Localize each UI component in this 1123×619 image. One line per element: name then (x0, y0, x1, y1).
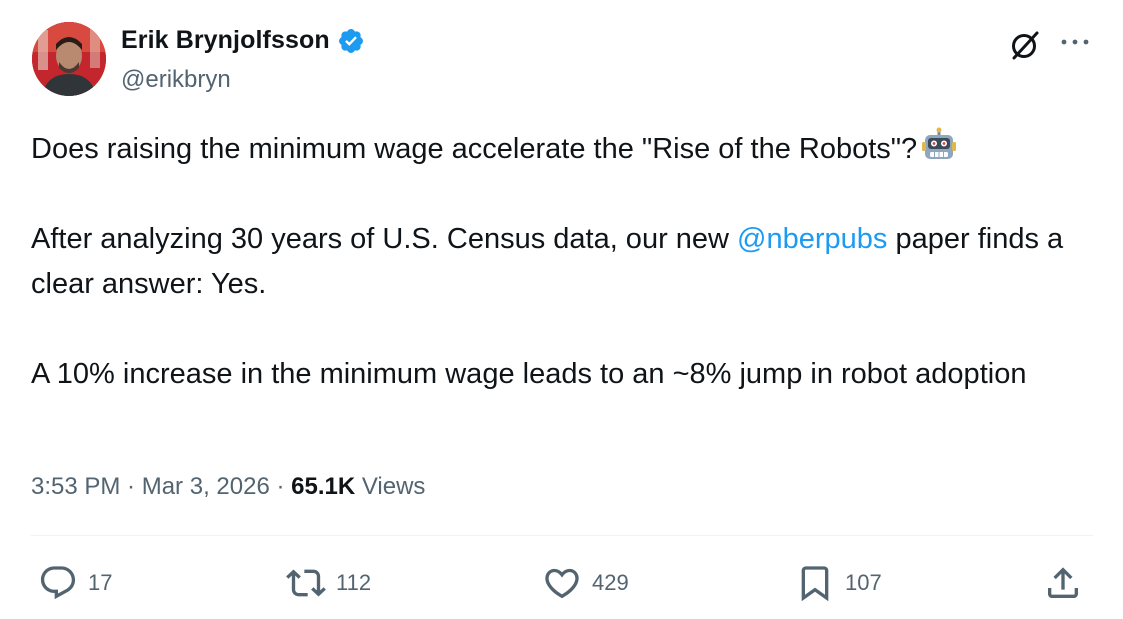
meta-separator: · (120, 473, 142, 500)
like-count: 429 (592, 570, 629, 595)
avatar-image (32, 22, 106, 96)
reply-icon (40, 566, 76, 600)
tweet-text-segment: After analyzing 30 years of U.S. Census … (31, 223, 738, 255)
tweet-paragraph: A 10% increase in the minimum wage leads… (31, 358, 1027, 390)
reply-button[interactable]: 17 (38, 563, 112, 603)
heart-icon (545, 568, 579, 599)
author-handle[interactable]: @erikbryn (121, 66, 231, 94)
more-options-icon[interactable] (1058, 30, 1092, 54)
avatar[interactable] (32, 22, 106, 96)
author-name-row[interactable]: Erik Brynjolfsson (121, 26, 365, 55)
divider (31, 535, 1093, 536)
views-label: Views (355, 473, 426, 500)
views-count: 65.1K (291, 473, 356, 500)
grok-icon[interactable] (1007, 27, 1043, 63)
repost-icon (286, 569, 326, 597)
tweet-time[interactable]: 3:53 PM (31, 473, 120, 500)
verified-badge-icon (337, 27, 365, 55)
reply-count: 17 (88, 570, 113, 595)
bookmark-count: 107 (845, 570, 882, 595)
bookmark-icon (801, 566, 829, 602)
meta-separator: · (269, 473, 292, 500)
tweet-text: Does raising the minimum wage accelerate… (31, 127, 1091, 397)
author-display-name[interactable]: Erik Brynjolfsson (121, 26, 330, 55)
repost-button[interactable]: 112 (286, 563, 371, 603)
tweet-card: Erik Brynjolfsson @erikbryn Does raising… (0, 0, 1123, 619)
tweet-paragraph: After analyzing 30 years of U.S. Census … (31, 217, 1091, 307)
tweet-meta: 3:53 PM · Mar 3, 2026 · 65.1K Views (31, 473, 425, 501)
tweet-paragraph: Does raising the minimum wage accelerate… (31, 127, 1091, 172)
tweet-date[interactable]: Mar 3, 2026 (142, 473, 270, 500)
tweet-line-1: Does raising the minimum wage accelerate… (31, 133, 918, 165)
like-button[interactable]: 429 (542, 563, 629, 603)
bookmark-button[interactable]: 107 (795, 563, 882, 603)
share-button[interactable] (1043, 563, 1083, 603)
robot-face-icon (921, 127, 957, 163)
mention-link[interactable]: @nberpubs (737, 223, 887, 255)
share-icon (1048, 567, 1078, 598)
repost-count: 112 (336, 570, 372, 595)
